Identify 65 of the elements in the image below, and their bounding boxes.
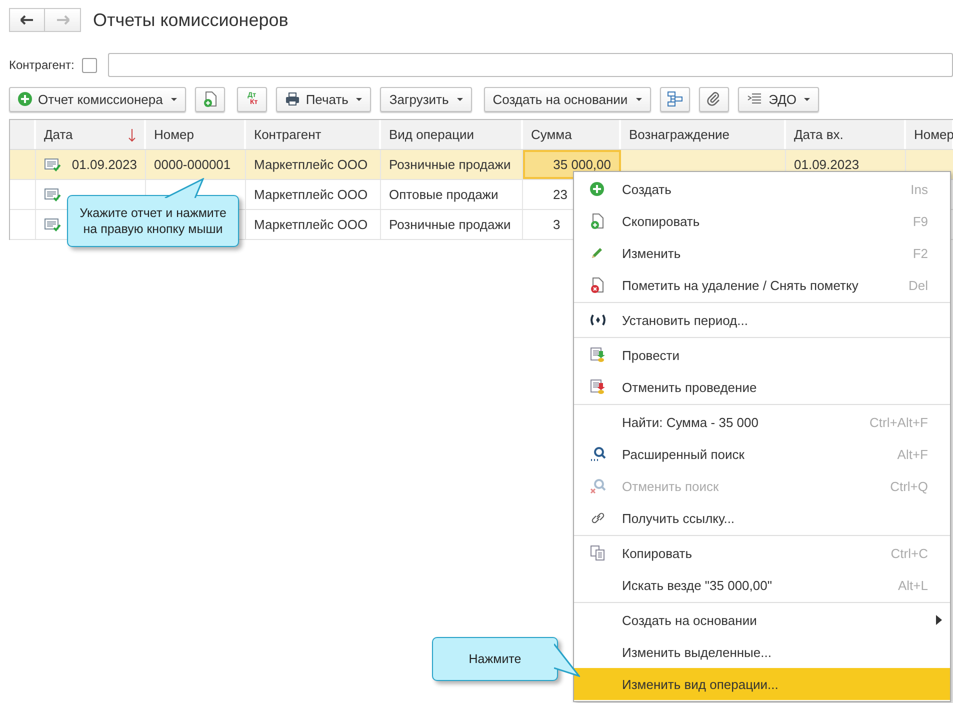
menu-item[interactable]: Изменить вид операции... (574, 668, 950, 700)
toolbar-menu-button[interactable]: Отчет комиссионера (9, 86, 186, 112)
caret-icon (170, 98, 177, 100)
menu-item[interactable]: Найти: Сумма - 35 000 Ctrl+Alt+F (574, 406, 950, 438)
caret-icon (356, 98, 362, 100)
submenu-arrow-icon (936, 615, 942, 625)
menu-item[interactable]: Отменить проведение (574, 371, 950, 403)
back-arrow-icon (20, 15, 34, 25)
menu-item[interactable]: Искать везде "35 000,00" Alt+L (574, 569, 950, 601)
menu-item[interactable]: Пометить на удаление / Снять пометку Del (574, 269, 950, 301)
toolbar-icon-button[interactable] (660, 86, 690, 112)
toolbar-menu-button[interactable]: Создать на основании (484, 86, 651, 112)
structure-icon (666, 91, 683, 107)
number-text: 0000-000001 (154, 157, 231, 172)
post-document-icon (590, 347, 606, 363)
menu-item[interactable]: Изменить F2 (574, 237, 950, 269)
caret-icon (636, 98, 642, 100)
filter-label: Контрагент: (9, 58, 74, 72)
counterparty-text: Маркетплейс ООО (254, 217, 368, 232)
copy-icon (590, 545, 606, 561)
toolbar-icon-button[interactable] (698, 86, 729, 112)
operation-text: Оптовые продажи (389, 187, 498, 202)
caret-icon (804, 98, 810, 100)
menu-item[interactable]: Расширенный поиск Alt+F (574, 438, 950, 470)
callout-text: Нажмите (468, 652, 522, 666)
document-exchange-icon (746, 92, 763, 106)
forward-arrow-icon (56, 15, 70, 25)
toolbar-icon-button[interactable] (194, 86, 225, 112)
menu-item[interactable]: Провести (574, 339, 950, 371)
counterparty-field[interactable] (108, 53, 953, 77)
search-cancel-icon (590, 478, 606, 494)
back-button[interactable] (9, 8, 45, 32)
date-text: 01.09.2023 (72, 157, 137, 172)
document-plus-icon (590, 213, 604, 229)
menu-item[interactable]: Установить период... (574, 304, 950, 336)
toolbar-menu-button[interactable]: Загрузить (380, 86, 472, 112)
unpost-document-icon (590, 379, 606, 395)
paperclip-icon (706, 92, 721, 106)
sum-text: 3 (553, 217, 560, 232)
printer-icon (284, 92, 300, 106)
counterparty-text: Маркетплейс ООО (254, 157, 368, 172)
window-title: Отчеты комиссионеров (93, 10, 288, 30)
toolbar-menu-button[interactable]: ЭДО (738, 86, 820, 112)
menu-item[interactable]: Копировать Ctrl+C (574, 537, 950, 569)
counterparty-text: Маркетплейс ООО (254, 187, 368, 202)
operation-text: Розничные продажи (389, 217, 511, 232)
date-text: 01.09.2023 (794, 157, 860, 172)
period-icon (590, 314, 606, 326)
document-delete-icon (590, 277, 604, 293)
toolbar-menu-button[interactable]: Печать (276, 86, 372, 112)
operation-text: Розничные продажи (389, 157, 511, 172)
pencil-icon (590, 246, 604, 260)
filter-checkbox[interactable] (82, 58, 98, 72)
plus-icon (590, 182, 604, 196)
menu-item[interactable]: Получить ссылку... (574, 502, 950, 534)
document-plus-icon (202, 91, 217, 107)
sum-text: 23 (553, 187, 568, 202)
sort-down-icon (128, 128, 136, 142)
search-icon (590, 446, 606, 462)
link-icon (590, 510, 606, 526)
menu-item[interactable]: Создать на основании (574, 604, 950, 636)
menu-item[interactable]: Изменить выделенные... (574, 636, 950, 668)
sum-text: 35 000,00 (553, 157, 611, 172)
caret-icon (456, 98, 463, 100)
plus-icon (18, 92, 32, 106)
